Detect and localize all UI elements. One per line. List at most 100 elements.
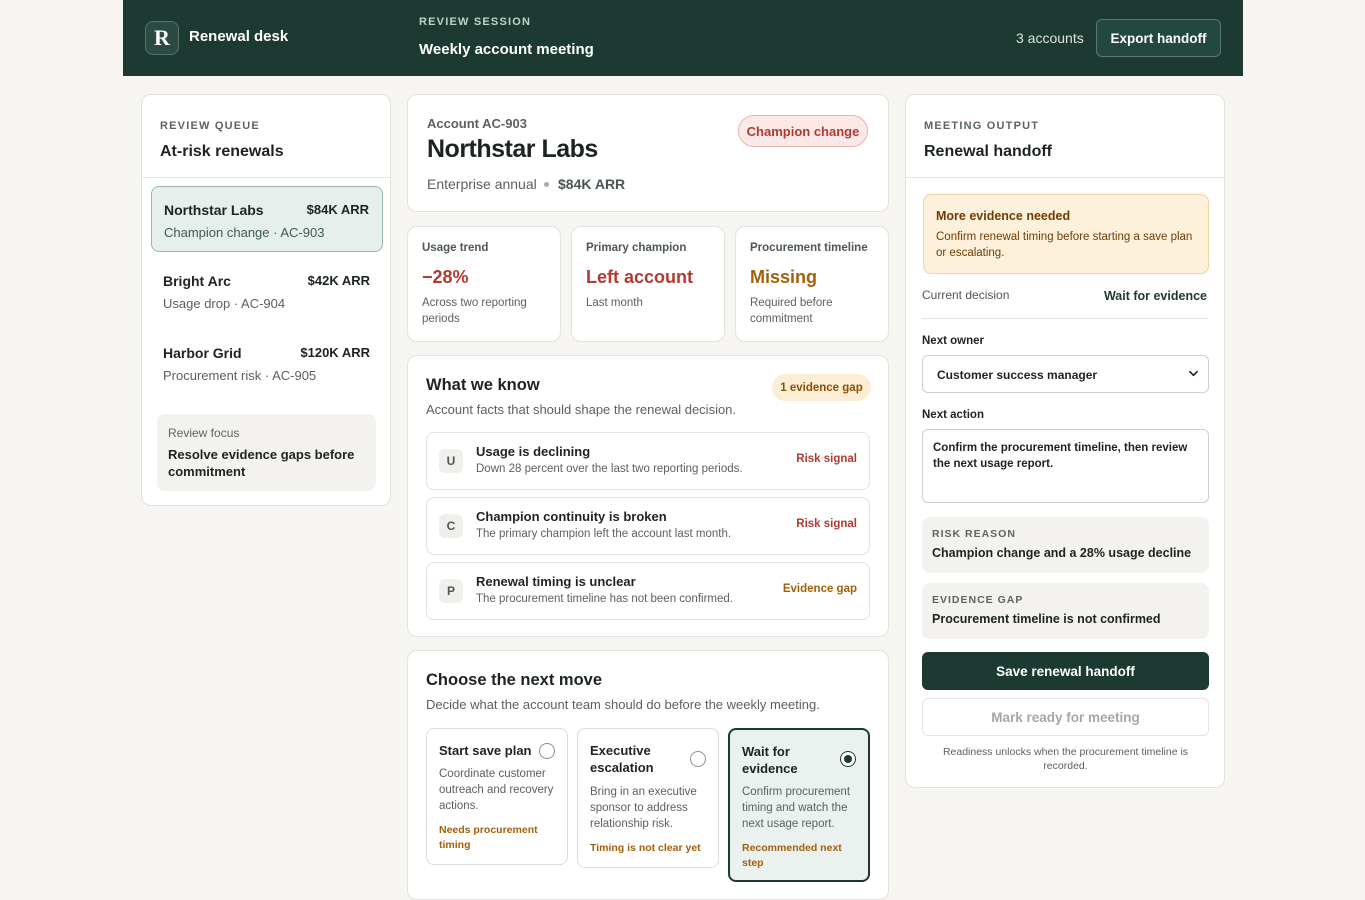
option-note: Recommended next step: [742, 842, 842, 869]
section-title: What we know: [426, 376, 540, 394]
fact-sub: The primary champion left the account la…: [476, 528, 732, 540]
option-start-save-plan[interactable]: Start save plan Coordinate customer outr…: [426, 728, 568, 865]
output-eyebrow: MEETING OUTPUT: [924, 120, 1040, 132]
export-handoff-button[interactable]: Export handoff: [1096, 19, 1221, 57]
section-title: Choose the next move: [426, 671, 603, 689]
review-focus-box: Review focus Resolve evidence gaps befor…: [157, 414, 376, 491]
fact-sub: Down 28 percent over the last two report…: [476, 463, 743, 475]
output-title: Renewal handoff: [924, 143, 1053, 160]
metric-sub: Required before commitment: [750, 297, 833, 325]
session-eyebrow: REVIEW SESSION: [419, 16, 532, 28]
queue-item-sub: Champion change · AC-903: [164, 225, 325, 240]
next-owner-value: Customer success manager: [937, 368, 1098, 382]
evidence-alert: More evidence needed Confirm renewal tim…: [923, 194, 1209, 274]
queue-item-sub: Usage drop · AC-904: [163, 296, 286, 311]
divider: [142, 177, 390, 178]
review-queue-panel: REVIEW QUEUE At-risk renewals Northstar …: [141, 94, 391, 506]
alert-text: Confirm renewal timing before starting a…: [936, 231, 1193, 259]
metric-sub: Across two reporting periods: [422, 297, 527, 325]
risk-reason-label: RISK REASON: [932, 528, 1016, 540]
option-description: Coordinate customer outreach and recover…: [439, 768, 554, 812]
fact-row: U Usage is declining Down 28 percent ove…: [426, 432, 870, 490]
current-decision-value: Wait for evidence: [1103, 289, 1207, 303]
next-action-textarea[interactable]: Confirm the procurement timeline, then r…: [922, 429, 1209, 503]
next-move-panel: Choose the next move Decide what the acc…: [407, 650, 889, 900]
option-wait-for-evidence[interactable]: Wait for evidence Confirm procurement ti…: [728, 728, 870, 882]
fact-title: Renewal timing is unclear: [476, 574, 636, 589]
chevron-down-icon: [1189, 370, 1198, 377]
metric-card-usage-trend: Usage trend −28% Across two reporting pe…: [407, 226, 561, 342]
metric-value: Missing: [750, 267, 818, 287]
queue-title: At-risk renewals: [160, 143, 284, 160]
queue-item-sub: Procurement risk · AC-905: [163, 368, 317, 383]
queue-item-arr: $84K ARR: [306, 202, 369, 217]
account-arr: $84K ARR: [558, 176, 626, 192]
risk-reason-box: RISK REASON Champion change and a 28% us…: [922, 517, 1209, 573]
queue-item-name: Bright Arc: [163, 273, 231, 289]
account-header-card: Account AC-903 Northstar Labs Enterprise…: [407, 94, 889, 212]
metric-label: Procurement timeline: [750, 242, 868, 254]
metric-card-procurement-timeline: Procurement timeline Missing Required be…: [735, 226, 889, 342]
option-title: Wait for evidence: [742, 744, 798, 776]
mark-ready-button[interactable]: Mark ready for meeting: [922, 698, 1209, 736]
app-name: Renewal desk: [189, 28, 289, 45]
risk-reason-value: Champion change and a 28% usage decline: [932, 546, 1192, 560]
divider: [922, 318, 1208, 319]
metric-value: −28%: [422, 267, 469, 287]
review-focus-label: Review focus: [168, 426, 240, 440]
save-renewal-handoff-button[interactable]: Save renewal handoff: [922, 652, 1209, 690]
account-id: Account AC-903: [427, 116, 527, 131]
fact-letter-icon: U: [439, 449, 463, 473]
evidence-gap-value: Procurement timeline is not confirmed: [932, 612, 1161, 626]
next-action-value: Confirm the procurement timeline, then r…: [933, 442, 1188, 470]
fact-row: C Champion continuity is broken The prim…: [426, 497, 870, 555]
fact-letter-icon: P: [439, 579, 463, 603]
radio-button[interactable]: [539, 743, 555, 759]
metric-card-primary-champion: Primary champion Left account Last month: [571, 226, 725, 342]
fact-tag: Evidence gap: [782, 583, 857, 595]
section-subtitle: Decide what the account team should do b…: [426, 697, 820, 712]
next-action-label: Next action: [922, 409, 984, 421]
queue-item-arr: $42K ARR: [307, 273, 370, 288]
queue-item-harbor-grid[interactable]: Harbor Grid $120K ARR Procurement risk ·…: [151, 330, 383, 396]
champion-change-badge: Champion change: [738, 115, 868, 147]
review-focus-text: Resolve evidence gaps before commitment: [168, 447, 355, 479]
divider: [906, 177, 1224, 178]
separator-dot: [544, 182, 549, 187]
meeting-output-panel: MEETING OUTPUT Renewal handoff More evid…: [905, 94, 1225, 788]
account-name: Northstar Labs: [427, 135, 598, 163]
account-plan: Enterprise annual: [427, 176, 537, 192]
metric-label: Primary champion: [586, 242, 687, 254]
evidence-gap-label: EVIDENCE GAP: [932, 594, 1024, 606]
option-title: Executive escalation: [590, 743, 654, 775]
radio-button-checked[interactable]: [840, 751, 856, 767]
what-we-know-panel: What we know Account facts that should s…: [407, 355, 889, 637]
fact-letter-icon: C: [439, 514, 463, 538]
queue-item-bright-arc[interactable]: Bright Arc $42K ARR Usage drop · AC-904: [151, 258, 383, 324]
option-note: Timing is not clear yet: [590, 842, 701, 854]
top-bar: R Renewal desk REVIEW SESSION Weekly acc…: [123, 0, 1243, 76]
metric-sub: Last month: [586, 297, 643, 309]
queue-item-name: Harbor Grid: [163, 345, 242, 361]
queue-item-name: Northstar Labs: [164, 202, 264, 218]
fact-tag: Risk signal: [796, 518, 857, 530]
fact-title: Usage is declining: [476, 444, 591, 459]
fact-row: P Renewal timing is unclear The procurem…: [426, 562, 870, 620]
app-logo: R: [145, 21, 179, 55]
radio-button[interactable]: [690, 751, 706, 767]
evidence-gap-badge: 1 evidence gap: [772, 374, 871, 401]
evidence-gap-box: EVIDENCE GAP Procurement timeline is not…: [922, 583, 1209, 639]
fact-sub: The procurement timeline has not been co…: [476, 593, 733, 605]
option-note: Needs procurement timing: [439, 824, 538, 851]
queue-eyebrow: REVIEW QUEUE: [160, 120, 260, 132]
metric-value: Left account: [586, 267, 694, 287]
queue-item-arr: $120K ARR: [300, 345, 370, 360]
option-executive-escalation[interactable]: Executive escalation Bring in an executi…: [577, 728, 719, 868]
alert-title: More evidence needed: [936, 209, 1071, 223]
section-subtitle: Account facts that should shape the rene…: [426, 402, 737, 417]
fact-tag: Risk signal: [796, 453, 857, 465]
fact-title: Champion continuity is broken: [476, 509, 667, 524]
next-owner-select[interactable]: Customer success manager: [922, 355, 1209, 393]
option-description: Confirm procurement timing and watch the…: [742, 786, 851, 830]
queue-item-northstar-labs[interactable]: Northstar Labs $84K ARR Champion change …: [151, 186, 383, 252]
